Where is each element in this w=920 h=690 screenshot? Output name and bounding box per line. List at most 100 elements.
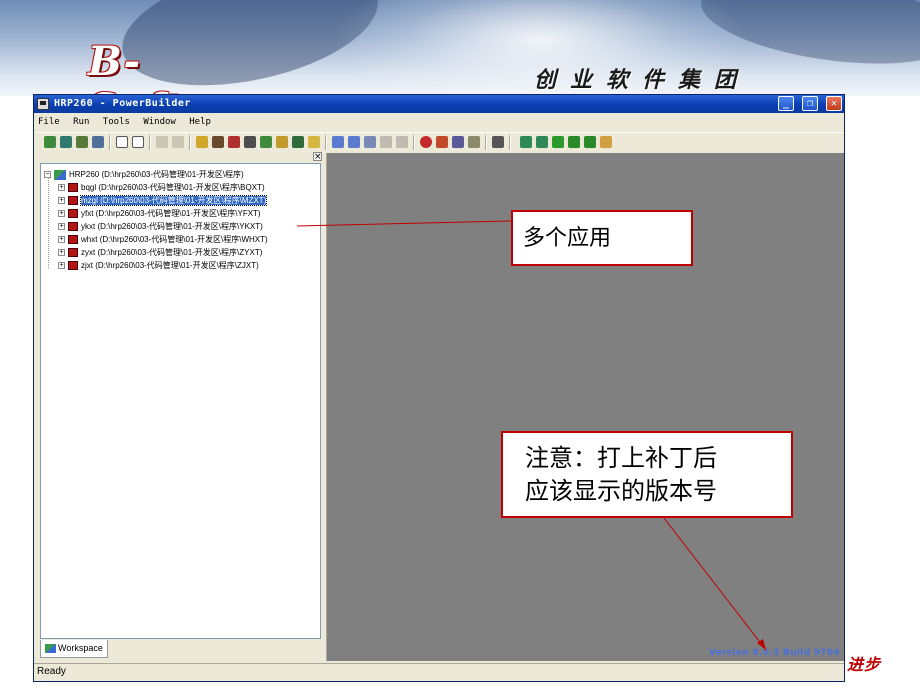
target-icon [68, 209, 78, 219]
toolbar [36, 132, 842, 154]
disabled-icon[interactable] [396, 136, 408, 148]
tree-target-label: ykxt (D:\hrp260\03-代码管理\01-开发区\程序\YKXT) [81, 222, 263, 231]
tab-workspace[interactable]: Workspace [40, 640, 108, 658]
menu-help[interactable]: Help [185, 114, 215, 130]
window-layout-icon[interactable] [116, 136, 128, 148]
pencil-icon[interactable] [600, 136, 612, 148]
toolbar-separator [325, 135, 327, 150]
grid-icon[interactable] [332, 136, 344, 148]
workspace-tree[interactable]: − HRP260 (D:\hrp260\03-代码管理\01-开发区\程序) + b… [40, 163, 321, 639]
expand-icon[interactable]: + [58, 184, 65, 192]
tools-icon[interactable] [468, 136, 480, 148]
workspace-panel: × − HRP260 (D:\hrp260\03-代码管理\01-开发区\程序) … [36, 152, 323, 661]
tab-workspace-label: Workspace [58, 643, 103, 653]
arrow-down-icon[interactable] [584, 136, 596, 148]
menu-run[interactable]: Run [69, 114, 93, 130]
tree-target-node[interactable]: + ykxt (D:\hrp260\03-代码管理\01-开发区\程序\YKXT) [58, 221, 263, 233]
tree-target-node[interactable]: + whxt (D:\hrp260\03-代码管理\01-开发区\程序\WHXT) [58, 234, 268, 246]
browse-icon[interactable] [92, 136, 104, 148]
target-icon [68, 222, 78, 232]
powerbuilder-app-icon[interactable] [37, 98, 49, 110]
minimize-button[interactable]: _ [777, 96, 794, 111]
grid-icon[interactable] [348, 136, 360, 148]
tree-target-label: zyxt (D:\hrp260\03-代码管理\01-开发区\程序\ZYXT) [81, 248, 263, 257]
expand-icon[interactable]: + [58, 262, 65, 270]
workspace-icon [54, 169, 66, 180]
toolbar-separator [189, 135, 191, 150]
menu-tools[interactable]: Tools [99, 114, 134, 130]
callout-multiple-apps: 多个应用 [511, 210, 693, 266]
toolbar-separator [413, 135, 415, 150]
toolbar-separator [149, 135, 151, 150]
open-icon[interactable] [76, 136, 88, 148]
callout-note-line2: 应该显示的版本号 [525, 477, 717, 505]
restore-button[interactable]: ❐ [801, 96, 818, 111]
expand-icon[interactable]: + [58, 197, 65, 205]
expand-icon[interactable]: + [58, 249, 65, 257]
version-label: Version 8.0.3 Build 9704 [708, 648, 840, 658]
banner: B-Soft 创业软件集团 [0, 0, 920, 96]
tree-guide-line [48, 177, 49, 269]
tree-target-node[interactable]: + zyxt (D:\hrp260\03-代码管理\01-开发区\程序\ZYXT) [58, 247, 262, 259]
tree-target-node[interactable]: + bqgl (D:\hrp260\03-代码管理\01-开发区\程序\BQXT) [58, 182, 265, 194]
layout-icon[interactable] [132, 136, 144, 148]
corner-decorative-text: 进步 [847, 655, 882, 674]
target-icon [68, 183, 78, 193]
company-logo: B-Soft [80, 36, 230, 96]
project-icon[interactable] [292, 136, 304, 148]
arrow-up-icon[interactable] [568, 136, 580, 148]
tree-root-label: HRP260 (D:\hrp260\03-代码管理\01-开发区\程序) [69, 170, 244, 179]
disabled-icon[interactable] [380, 136, 392, 148]
tree-target-label: whxt (D:\hrp260\03-代码管理\01-开发区\程序\WHXT) [81, 235, 268, 244]
expand-icon[interactable]: + [58, 210, 65, 218]
tree-root-node[interactable]: − HRP260 (D:\hrp260\03-代码管理\01-开发区\程序) [44, 169, 244, 181]
callout-note-line1: 注意：打上补丁后 [525, 444, 717, 472]
stop-icon[interactable] [420, 136, 432, 148]
tree-target-node[interactable]: + zjxt (D:\hrp260\03-代码管理\01-开发区\程序\ZJXT) [58, 260, 259, 272]
tree-target-node[interactable]: + yfxt (D:\hrp260\03-代码管理\01-开发区\程序\YFXT) [58, 208, 261, 220]
checkin-icon[interactable] [520, 136, 532, 148]
edit-icon[interactable] [308, 136, 320, 148]
expand-icon[interactable]: + [58, 223, 65, 231]
tree-target-label: yfxt (D:\hrp260\03-代码管理\01-开发区\程序\YFXT) [81, 209, 261, 218]
exit-icon[interactable] [492, 136, 504, 148]
run-icon[interactable] [228, 136, 240, 148]
new-icon[interactable] [44, 136, 56, 148]
table-icon[interactable] [552, 136, 564, 148]
tree-target-label: zjxt (D:\hrp260\03-代码管理\01-开发区\程序\ZJXT) [81, 261, 259, 270]
menu-file[interactable]: File [34, 114, 64, 130]
callout-version-note: 注意：打上补丁后 应该显示的版本号 [501, 431, 793, 518]
tree-icon[interactable] [364, 136, 376, 148]
database-icon[interactable] [244, 136, 256, 148]
logo-wordmark: B-Soft [88, 38, 182, 96]
toolbar-separator [509, 135, 511, 150]
cut-icon[interactable] [156, 136, 168, 148]
tree-target-node-selected[interactable]: + mzgl (D:\hrp260\03-代码管理\01-开发区\程序\MZXT) [58, 195, 268, 207]
tree-target-label: bqgl (D:\hrp260\03-代码管理\01-开发区\程序\BQXT) [81, 183, 265, 192]
window-controls: _ ❐ ✕ [776, 96, 842, 112]
library-icon[interactable] [196, 136, 208, 148]
checkout-icon[interactable] [536, 136, 548, 148]
close-button[interactable]: ✕ [826, 96, 842, 111]
workspace-close-button[interactable]: × [313, 152, 322, 162]
target-icon [68, 248, 78, 258]
components-icon[interactable] [436, 136, 448, 148]
deploy-icon[interactable] [260, 136, 272, 148]
collapse-icon[interactable]: − [44, 171, 51, 179]
copy-icon[interactable] [172, 136, 184, 148]
workspace-icon [45, 644, 56, 654]
target-icon [68, 261, 78, 271]
debug-icon[interactable] [212, 136, 224, 148]
title-bar[interactable]: HRP260 - PowerBuilder _ ❐ ✕ [34, 95, 844, 113]
toolbar-separator [109, 135, 111, 150]
build-icon[interactable] [276, 136, 288, 148]
window-title: HRP260 - PowerBuilder [54, 98, 191, 109]
menu-window[interactable]: Window [139, 114, 180, 130]
target-icon [68, 196, 78, 206]
runner-icon[interactable] [452, 136, 464, 148]
target-icon [68, 235, 78, 245]
expand-icon[interactable]: + [58, 236, 65, 244]
menu-bar: File Run Tools Window Help [34, 114, 844, 130]
inherit-icon[interactable] [60, 136, 72, 148]
tree-target-label: mzgl (D:\hrp260\03-代码管理\01-开发区\程序\MZXT) [79, 195, 268, 206]
